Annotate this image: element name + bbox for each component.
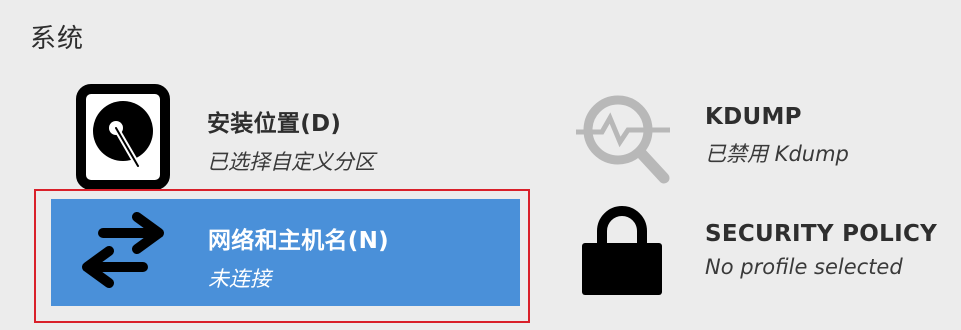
spoke-title: KDUMP [705,104,802,130]
lock-icon [582,206,662,295]
spoke-kdump[interactable]: KDUMP 已禁用 Kdump [570,80,960,195]
spoke-security-policy[interactable]: SECURITY POLICY No profile selected [570,199,960,306]
spoke-status: No profile selected [705,255,903,279]
spoke-text: KDUMP 已禁用 Kdump [705,104,849,168]
spoke-title: 网络和主机名(N) [208,228,389,254]
spoke-installation-destination[interactable]: 安装位置(D) 已选择自定义分区 [70,80,510,195]
spoke-status: 已选择自定义分区 [207,150,375,174]
kdump-magnifier-icon [576,95,670,184]
spoke-title: SECURITY POLICY [705,221,938,247]
spoke-network-hostname[interactable]: 网络和主机名(N) 未连接 [51,199,520,306]
spoke-title: 安装位置(D) [207,111,342,137]
spoke-text: SECURITY POLICY No profile selected [705,221,937,279]
section-title-system: 系统 [30,24,85,54]
spoke-status: 未连接 [208,267,271,291]
hard-disk-icon [76,84,170,190]
network-arrows-icon [82,212,164,288]
spoke-text: 网络和主机名(N) 未连接 [208,221,389,293]
spoke-status: 已禁用 Kdump [705,142,849,166]
spoke-text: 安装位置(D) 已选择自定义分区 [207,104,375,176]
